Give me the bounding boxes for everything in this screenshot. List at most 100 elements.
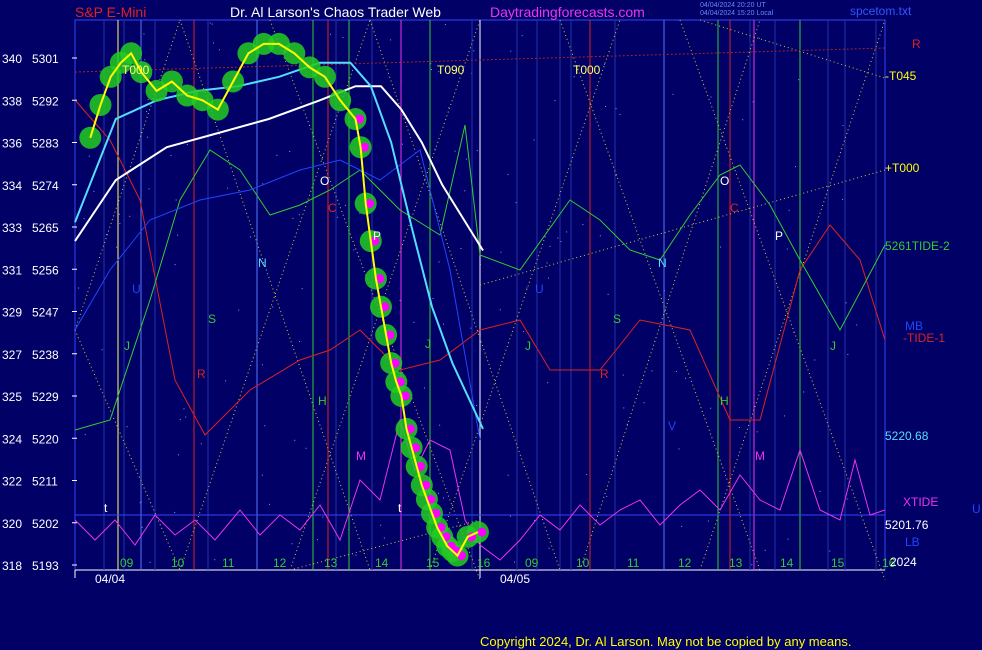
star-dot: [623, 407, 625, 409]
x-hour-label: 10: [576, 556, 590, 570]
y-tick-label-left: 327: [2, 348, 22, 362]
star-dot: [183, 408, 185, 410]
background: [0, 0, 982, 650]
star-dot: [146, 110, 148, 112]
star-dot: [299, 341, 301, 343]
x-hour-label: 14: [375, 556, 389, 570]
inner-marker-label: M: [356, 449, 366, 463]
inner-marker-label: C: [730, 201, 739, 215]
star-dot: [795, 166, 797, 168]
star-dot: [787, 538, 789, 540]
inner-marker-label: P: [373, 229, 381, 243]
star-dot: [685, 377, 687, 379]
star-dot: [264, 425, 266, 427]
star-dot: [846, 498, 848, 500]
right-label-value-5220: 5220.68: [885, 429, 929, 443]
x-hour-label: 15: [831, 556, 845, 570]
y-tick-label-left: 320: [2, 517, 22, 531]
star-dot: [464, 190, 466, 192]
inner-marker-label: J: [525, 339, 531, 353]
star-dot: [643, 402, 645, 404]
star-dot: [521, 35, 523, 37]
x-hour-label: 10: [171, 556, 185, 570]
star-dot: [856, 324, 858, 326]
star-dot: [465, 158, 467, 160]
star-dot: [752, 101, 754, 103]
star-dot: [476, 405, 478, 407]
y-tick-label-right: 5238: [32, 348, 59, 362]
x-hour-label: 12: [273, 556, 287, 570]
star-dot: [175, 199, 177, 201]
star-dot: [141, 526, 143, 528]
x-date-label: 04/04: [95, 572, 125, 586]
star-dot: [329, 33, 331, 35]
inner-marker-label: O: [320, 174, 329, 188]
inner-marker-label: U: [535, 282, 544, 296]
star-dot: [179, 419, 181, 421]
star-dot: [454, 150, 456, 152]
star-dot: [651, 370, 653, 372]
update-time-ut: 04/04/2024 20:20 UT: [700, 2, 766, 9]
star-dot: [460, 247, 462, 249]
star-dot: [606, 495, 608, 497]
star-dot: [336, 216, 338, 218]
star-dot: [783, 415, 785, 417]
y-tick-label-left: 334: [2, 179, 22, 193]
star-dot: [413, 321, 415, 323]
star-dot: [177, 234, 179, 236]
star-dot: [88, 155, 90, 157]
star-dot: [786, 248, 788, 250]
inner-marker-label: M: [755, 449, 765, 463]
star-dot: [317, 539, 319, 541]
star-dot: [500, 251, 502, 253]
inner-marker-label: T090: [437, 63, 465, 77]
star-dot: [549, 245, 551, 247]
star-dot: [842, 125, 844, 127]
inner-marker-label: R: [197, 367, 206, 381]
star-dot: [819, 490, 821, 492]
star-dot: [178, 454, 180, 456]
star-dot: [515, 202, 517, 204]
y-tick-label-left: 324: [2, 432, 22, 446]
star-dot: [238, 309, 240, 311]
inner-marker-label: T000: [122, 63, 150, 77]
star-dot: [93, 190, 95, 192]
y-tick-label-right: 5247: [32, 306, 59, 320]
inner-marker-label: H: [720, 394, 729, 408]
star-dot: [211, 23, 213, 25]
star-dot: [473, 50, 475, 52]
y-tick-label-right: 5301: [32, 52, 59, 66]
site-url[interactable]: Daytradingforecasts.com: [490, 4, 645, 20]
y-tick-label-left: 318: [2, 559, 22, 573]
inner-marker-label: N: [258, 256, 267, 270]
inner-marker-label: R: [600, 367, 609, 381]
y-tick-label-left: 329: [2, 306, 22, 320]
star-dot: [756, 431, 758, 433]
star-dot: [523, 331, 525, 333]
star-dot: [261, 364, 263, 366]
copyright: Copyright 2024, Dr. Al Larson. May not b…: [480, 634, 851, 649]
star-dot: [509, 515, 511, 517]
right-label-t045: -T045: [885, 69, 917, 83]
y-tick-label-left: 325: [2, 390, 22, 404]
star-dot: [380, 524, 382, 526]
star-dot: [605, 105, 607, 107]
star-dot: [764, 549, 766, 551]
right-label-xtide: XTIDE: [903, 495, 938, 509]
star-dot: [212, 42, 214, 44]
x-date-label: 04/05: [500, 572, 530, 586]
star-dot: [554, 100, 556, 102]
star-dot: [390, 39, 392, 41]
star-dot: [430, 68, 432, 70]
star-dot: [557, 237, 559, 239]
star-dot: [438, 261, 440, 263]
inner-marker-label: T000: [573, 63, 601, 77]
site-title: Dr. Al Larson's Chaos Trader Web: [230, 4, 441, 20]
star-dot: [144, 59, 146, 61]
chart-stage: 340 5301 338 5292 336 5283 334 5274 333 5265 331 52…: [0, 0, 982, 650]
inner-marker-label: O: [720, 174, 729, 188]
price-marker-dot: [477, 527, 487, 537]
x-hour-label: 13: [324, 556, 338, 570]
inner-marker-label: N: [658, 256, 667, 270]
star-dot: [514, 561, 516, 563]
